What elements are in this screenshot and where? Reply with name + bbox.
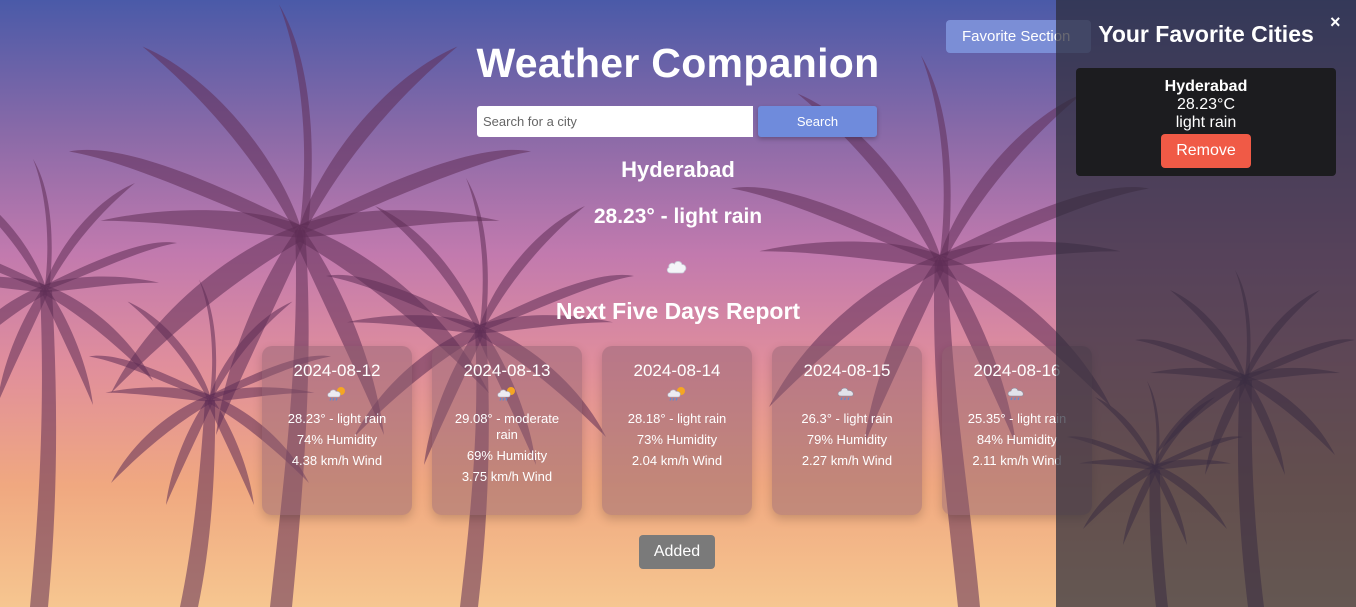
forecast-humidity: 73% Humidity xyxy=(636,432,718,447)
favorite-city-card: Hyderabad 28.23°C light rain Remove xyxy=(1076,68,1336,176)
forecast-wind: 2.04 km/h Wind xyxy=(631,453,723,468)
forecast-date: 2024-08-15 xyxy=(803,361,891,380)
forecast-humidity: 74% Humidity xyxy=(296,432,378,447)
favorite-city-description: light rain xyxy=(1175,114,1237,131)
forecast-summary: 28.23° - light rain xyxy=(287,411,387,426)
forecast-summary: 29.08° - moderate rain xyxy=(454,411,560,442)
favorite-city-temp: 28.23°C xyxy=(1177,96,1235,113)
forecast-card: 2024-08-15 26.3° - light rain 79% Humidi… xyxy=(772,346,922,515)
forecast-humidity: 69% Humidity xyxy=(466,448,548,463)
close-icon[interactable]: × xyxy=(1330,12,1341,32)
rain-cloud-icon xyxy=(837,387,854,401)
remove-favorite-button[interactable]: Remove xyxy=(1161,134,1251,168)
favorites-panel-title: Your Favorite Cities xyxy=(1098,21,1314,47)
forecast-wind: 4.38 km/h Wind xyxy=(291,453,383,468)
forecast-summary: 26.3° - light rain xyxy=(801,411,893,426)
forecast-date: 2024-08-14 xyxy=(633,361,721,380)
forecast-date: 2024-08-13 xyxy=(463,361,551,380)
added-favorite-button[interactable]: Added xyxy=(639,535,715,569)
forecast-card: 2024-08-13 29.08° - moderate rain 69% Hu… xyxy=(432,346,582,515)
forecast-card: 2024-08-14 28.18° - light rain 73% Humid… xyxy=(602,346,752,515)
forecast-wind: 3.75 km/h Wind xyxy=(461,469,553,484)
sun-rain-cloud-icon xyxy=(497,387,515,401)
forecast-date: 2024-08-12 xyxy=(293,361,381,380)
search-button[interactable]: Search xyxy=(758,106,877,137)
forecast-summary: 28.18° - light rain xyxy=(627,411,727,426)
favorite-city-name: Hyderabad xyxy=(1164,78,1248,95)
city-search-input[interactable] xyxy=(477,106,753,137)
forecast-humidity: 79% Humidity xyxy=(806,432,888,447)
sun-rain-cloud-icon xyxy=(327,387,345,401)
rain-cloud-icon xyxy=(1007,387,1024,401)
forecast-card: 2024-08-12 28.23° - light rain 74% Humid… xyxy=(262,346,412,515)
cloud-icon xyxy=(666,261,687,274)
forecast-wind: 2.27 km/h Wind xyxy=(801,453,893,468)
sun-rain-cloud-icon xyxy=(667,387,685,401)
